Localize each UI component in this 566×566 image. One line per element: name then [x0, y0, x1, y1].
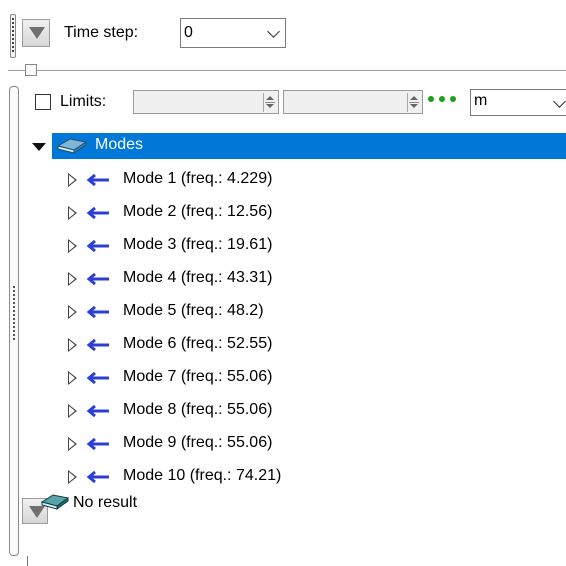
limits-label: Limits:	[60, 93, 107, 110]
time-step-label: Time step:	[64, 24, 139, 41]
time-step-value: 0	[184, 24, 193, 41]
list-item[interactable]: Mode 4 (freq.: 43.31)	[66, 265, 566, 295]
book-icon	[40, 494, 70, 510]
arrow-left-icon	[86, 339, 109, 351]
mode-label: Mode 7 (freq.: 55.06)	[123, 368, 273, 385]
list-item[interactable]: Mode 7 (freq.: 55.06)	[66, 364, 566, 394]
divider	[27, 556, 28, 566]
time-step-combo[interactable]: 0	[180, 18, 286, 48]
arrow-left-icon	[86, 273, 109, 285]
mode-label: Mode 2 (freq.: 12.56)	[123, 203, 273, 220]
modes-list: Mode 1 (freq.: 4.229) Mode 2 (freq.: 12.…	[0, 166, 566, 496]
expand-closed-icon[interactable]	[68, 470, 77, 484]
list-item[interactable]: Mode 8 (freq.: 55.06)	[66, 397, 566, 427]
collapse-toolbar-button[interactable]	[22, 19, 50, 47]
limits-max-spinbox[interactable]	[283, 90, 423, 114]
unit-value: m	[474, 92, 488, 109]
limits-max-spin-buttons[interactable]	[407, 93, 420, 112]
list-item[interactable]: Mode 3 (freq.: 19.61)	[66, 232, 566, 262]
arrow-left-icon	[86, 306, 109, 318]
expand-closed-icon[interactable]	[68, 437, 77, 451]
expand-closed-icon[interactable]	[68, 173, 77, 187]
arrow-left-icon	[86, 207, 109, 219]
arrow-left-icon	[86, 174, 109, 186]
limits-checkbox[interactable]	[35, 94, 51, 110]
mode-label: Mode 4 (freq.: 43.31)	[123, 269, 273, 286]
mode-label: Mode 10 (freq.: 74.21)	[123, 467, 282, 484]
list-item[interactable]: Mode 9 (freq.: 55.06)	[66, 430, 566, 460]
splitter-handle[interactable]	[25, 64, 37, 76]
expand-closed-icon[interactable]	[68, 305, 77, 319]
expand-closed-icon[interactable]	[68, 371, 77, 385]
mode-label: Mode 5 (freq.: 48.2)	[123, 302, 264, 319]
mode-label: Mode 1 (freq.: 4.229)	[123, 170, 273, 187]
expand-closed-icon[interactable]	[68, 272, 77, 286]
expand-closed-icon[interactable]	[68, 338, 77, 352]
arrow-left-icon	[86, 372, 109, 384]
list-item[interactable]: Mode 6 (freq.: 52.55)	[66, 331, 566, 361]
expand-open-icon[interactable]	[32, 143, 46, 151]
mode-label: Mode 3 (freq.: 19.61)	[123, 236, 273, 253]
list-item[interactable]: Mode 2 (freq.: 12.56)	[66, 199, 566, 229]
list-item[interactable]: Mode 1 (freq.: 4.229)	[66, 166, 566, 196]
toolbar-grip[interactable]	[10, 14, 16, 58]
ellipsis-icon[interactable]	[428, 96, 462, 106]
mode-label: Mode 6 (freq.: 52.55)	[123, 335, 273, 352]
unit-combo[interactable]: m	[470, 89, 566, 116]
mode-label: Mode 8 (freq.: 55.06)	[123, 401, 273, 418]
arrow-left-icon	[86, 405, 109, 417]
arrow-left-icon	[86, 240, 109, 252]
chevron-down-icon	[267, 25, 280, 38]
expand-closed-icon[interactable]	[68, 239, 77, 253]
chevron-down-icon	[553, 95, 566, 108]
splitter-line	[8, 70, 566, 71]
arrow-left-icon	[86, 471, 109, 483]
expand-closed-icon[interactable]	[68, 404, 77, 418]
list-item[interactable]: Mode 5 (freq.: 48.2)	[66, 298, 566, 328]
list-item[interactable]: Mode 10 (freq.: 74.21)	[66, 463, 566, 493]
tree-root-label[interactable]: Modes	[95, 136, 143, 154]
mode-label: Mode 9 (freq.: 55.06)	[123, 434, 273, 451]
limits-min-spin-buttons[interactable]	[263, 93, 276, 112]
book-icon	[56, 138, 88, 154]
no-result-label[interactable]: No result	[73, 494, 137, 512]
expand-closed-icon[interactable]	[68, 206, 77, 220]
limits-min-spinbox[interactable]	[133, 90, 279, 114]
arrow-left-icon	[86, 438, 109, 450]
